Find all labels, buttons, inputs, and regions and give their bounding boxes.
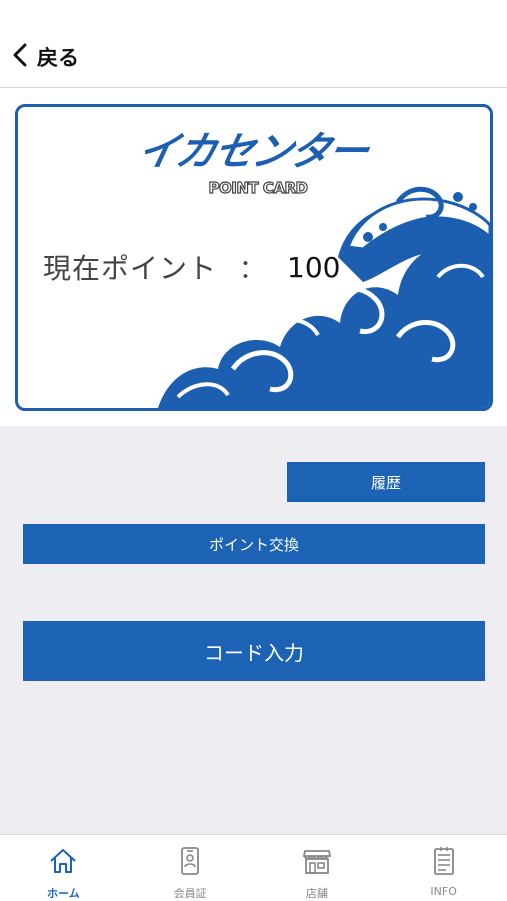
back-button[interactable]: 戻る: [10, 40, 79, 74]
tab-label: 会員証: [173, 887, 207, 900]
member-card-icon: [174, 845, 206, 881]
tab-bar: ホーム 会員証 店舗 INFO: [0, 834, 507, 900]
tab-label: 店舗: [305, 887, 328, 900]
header: 戻る: [0, 0, 507, 88]
card-logo: イカセンター: [133, 128, 372, 175]
card-subtitle: POINT CARD: [208, 178, 309, 197]
tab-home[interactable]: ホーム: [0, 835, 127, 900]
home-icon: [47, 845, 79, 881]
tab-label: INFO: [430, 885, 457, 898]
chevron-left-icon: [10, 41, 32, 73]
store-icon: [301, 845, 333, 881]
points-row: 現在ポイント ： 100: [43, 247, 340, 287]
points-separator: ：: [239, 254, 266, 285]
card-area: イカセンター POINT CARD 現在ポイント ： 100: [0, 89, 507, 426]
tab-member-card[interactable]: 会員証: [127, 835, 254, 900]
points-label: 現在ポイント: [43, 252, 218, 285]
tab-store[interactable]: 店舗: [254, 835, 381, 900]
back-label: 戻る: [37, 46, 79, 70]
point-card: イカセンター POINT CARD 現在ポイント ： 100: [15, 104, 493, 411]
code-input-button[interactable]: コード入力: [23, 621, 485, 681]
tab-info[interactable]: INFO: [380, 835, 507, 900]
tab-label: ホーム: [47, 887, 80, 900]
points-value: 100: [287, 250, 341, 284]
info-document-icon: [428, 845, 460, 881]
point-exchange-button[interactable]: ポイント交換: [23, 524, 485, 564]
history-button[interactable]: 履歴: [287, 462, 485, 502]
actions-area: 履歴 ポイント交換 コード入力: [0, 426, 507, 834]
